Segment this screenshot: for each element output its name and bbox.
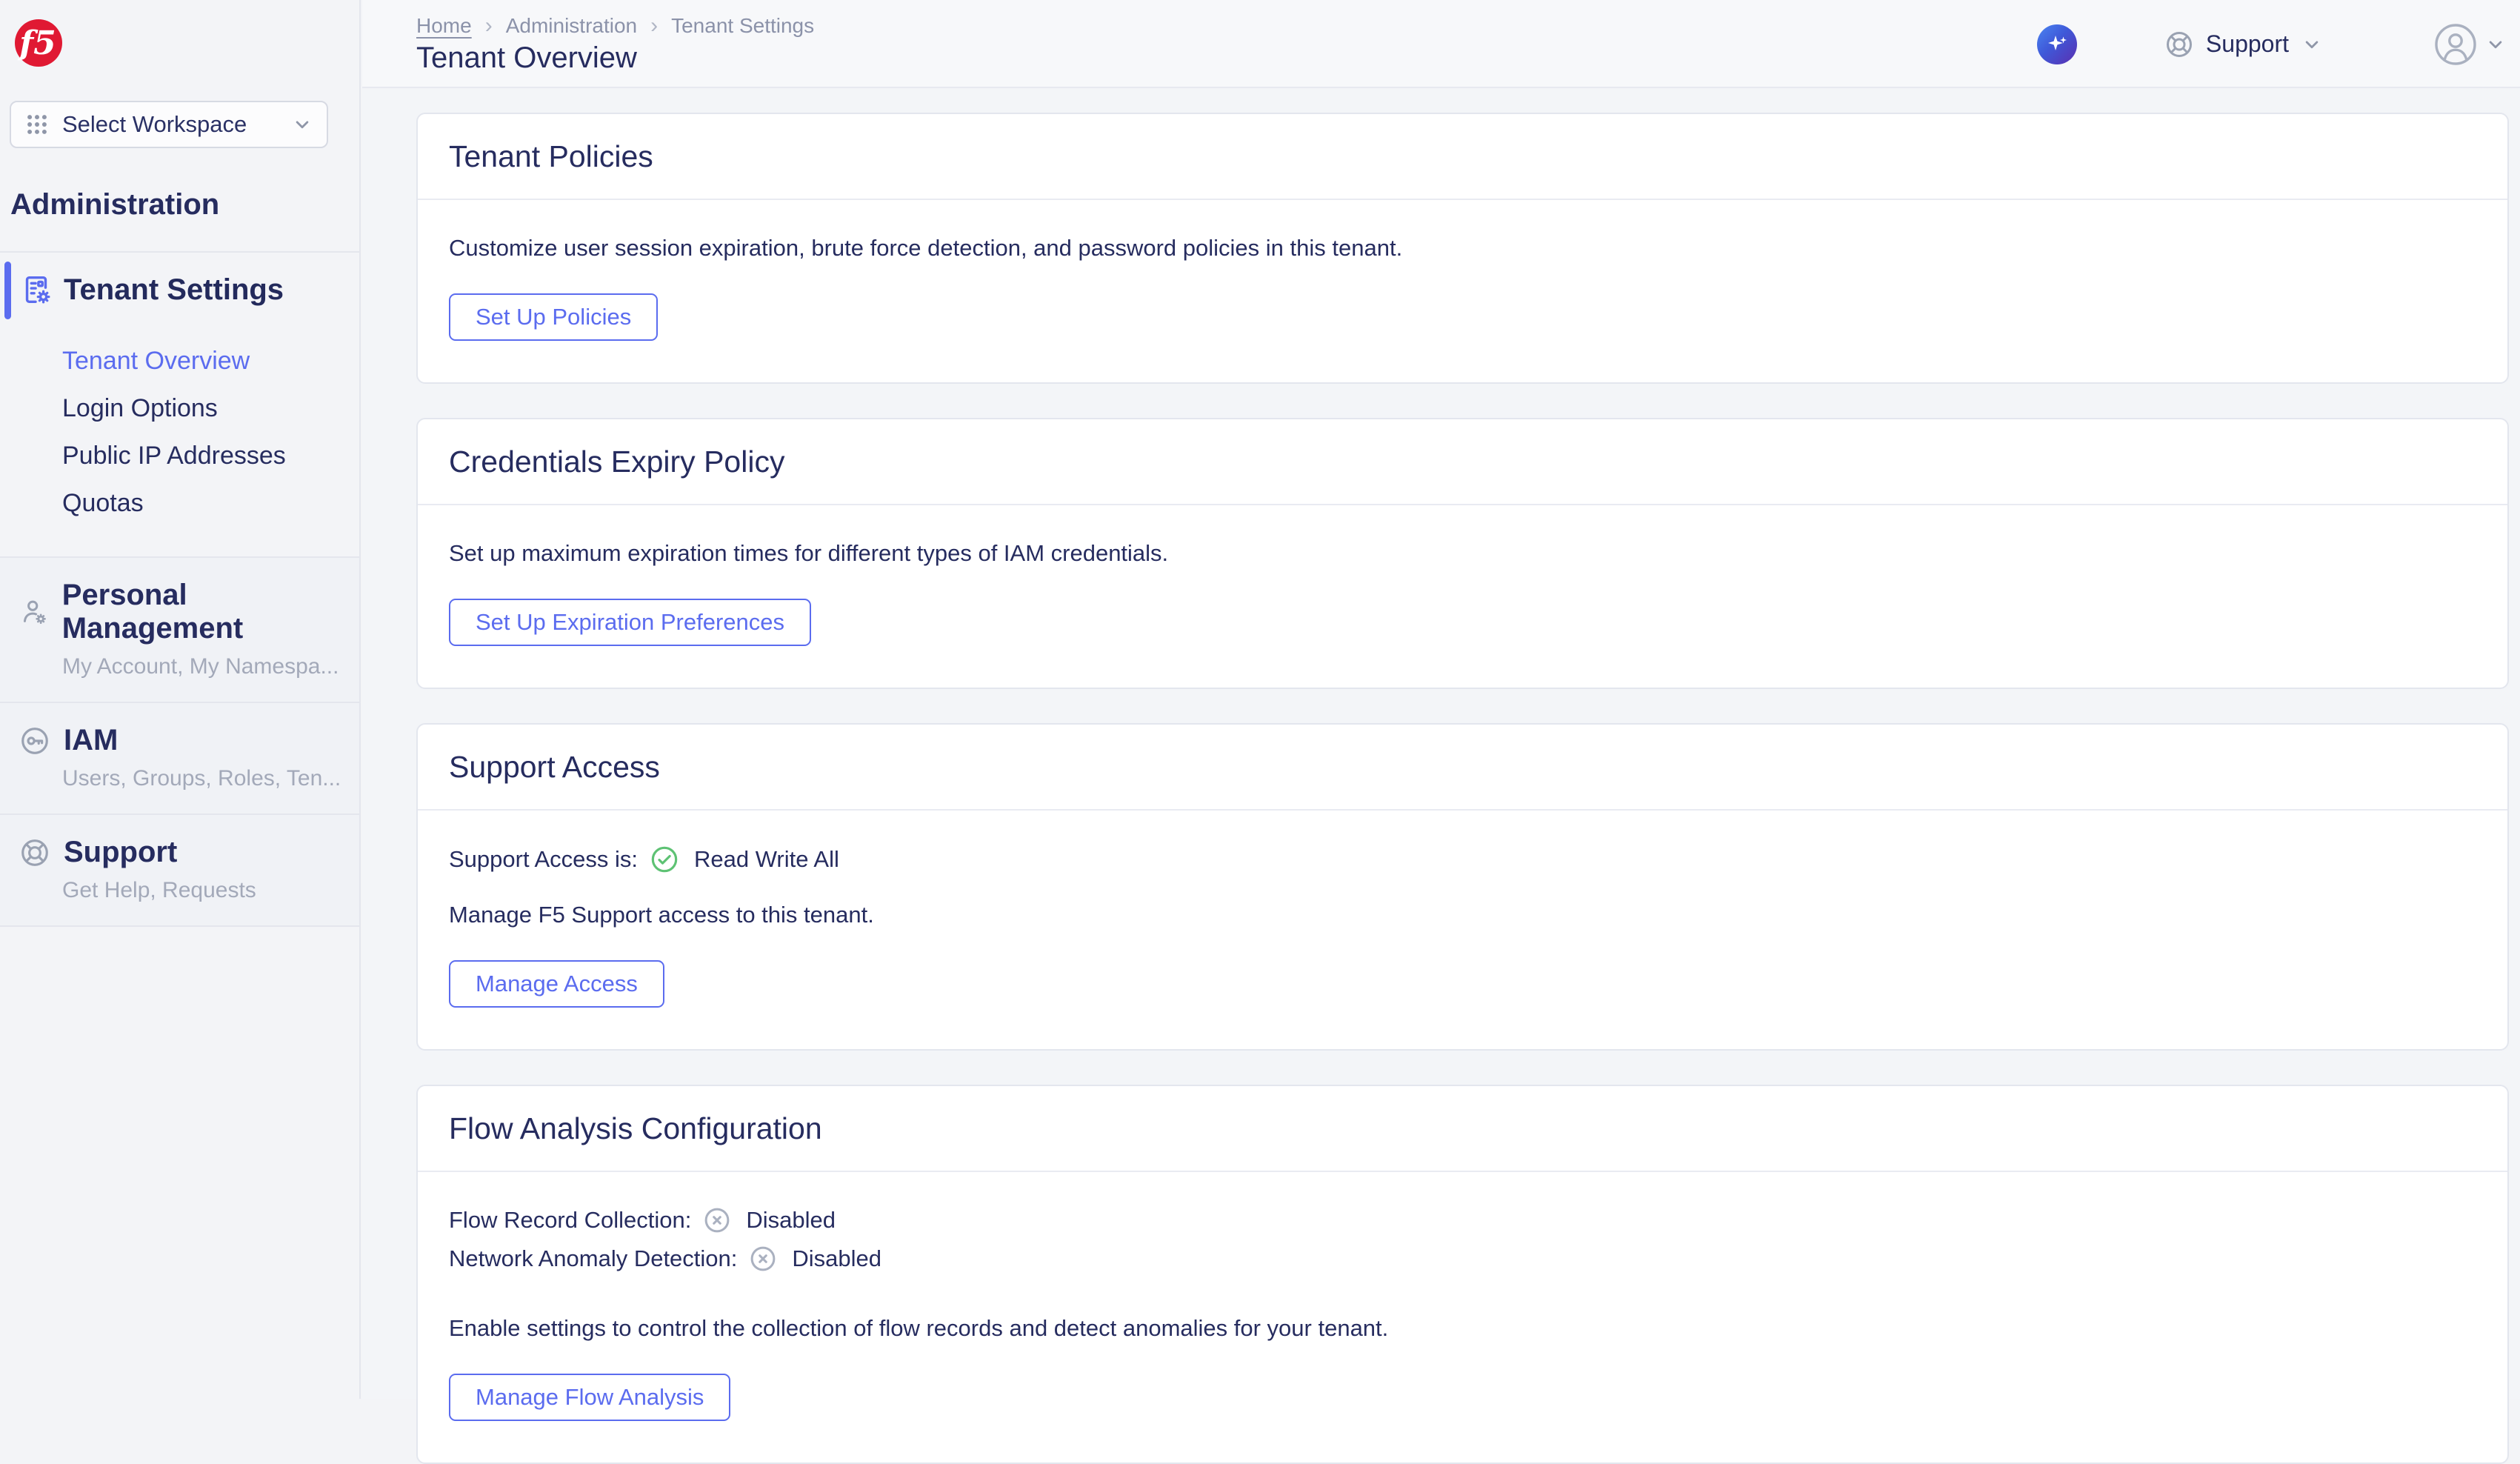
card-title: Support Access [449,750,660,785]
sidebar-sections: Personal Management My Account, My Names… [0,556,359,927]
ai-assistant-button[interactable] [2037,24,2077,64]
x-circle-icon [749,1245,777,1273]
chevron-down-icon [2484,33,2507,56]
status-label: Support Access is: [449,846,638,873]
sidebar-item-tenant-settings[interactable]: Tenant Settings [19,260,359,319]
breadcrumb: Home › Administration › Tenant Settings [416,13,814,39]
card-tenant-policies: Tenant Policies Customize user session e… [416,113,2509,384]
sidebar: f5 Select Workspace Administration [0,0,361,1399]
sidebar-item-subtitle: Users, Groups, Roles, Ten... [62,766,359,791]
breadcrumb-administration[interactable]: Administration [506,14,637,38]
topbar: Home › Administration › Tenant Settings … [362,0,2520,88]
sidebar-item-label: Personal Management [62,579,359,645]
status-label: Flow Record Collection: [449,1207,691,1234]
support-menu[interactable]: Support [2164,30,2323,59]
card-description: Customize user session expiration, brute… [449,234,2476,262]
card-title: Flow Analysis Configuration [449,1111,822,1146]
f5-logo[interactable]: f5 [15,19,62,67]
check-circle-icon [650,845,679,874]
support-access-status: Support Access is: Read Write All [449,845,2476,874]
status-value: Disabled [746,1207,836,1234]
support-menu-label: Support [2206,30,2289,58]
account-menu[interactable] [2434,23,2507,66]
manage-flow-analysis-button[interactable]: Manage Flow Analysis [449,1374,730,1421]
card-description: Enable settings to control the collectio… [449,1314,2476,1342]
user-gear-icon [19,596,49,628]
workspace-selector-label: Select Workspace [62,111,279,138]
sidebar-item-subtitle: My Account, My Namespa... [62,654,359,679]
active-section-accent-bar [4,262,11,319]
card-credentials-expiry-policy: Credentials Expiry Policy Set up maximum… [416,418,2509,689]
lifebuoy-icon [19,837,50,868]
sidebar-item-label: IAM [64,724,118,757]
chevron-down-icon [291,113,313,136]
workspace-selector[interactable]: Select Workspace [10,101,328,148]
card-title: Credentials Expiry Policy [449,445,784,479]
sidebar-item-label: Tenant Settings [64,273,284,307]
grid-icon [24,112,50,137]
card-support-access: Support Access Support Access is: Read W… [416,723,2509,1051]
sidebar-item-quotas[interactable]: Quotas [0,479,359,527]
card-description: Set up maximum expiration times for diff… [449,539,2476,568]
sparkle-icon [2044,32,2070,57]
breadcrumb-separator: › [485,13,493,39]
sidebar-item-subtitle: Get Help, Requests [62,878,359,903]
sidebar-item-tenant-overview[interactable]: Tenant Overview [0,337,359,385]
chevron-down-icon [2301,33,2323,56]
manage-access-button[interactable]: Manage Access [449,960,664,1008]
flow-record-collection-status: Flow Record Collection: Disabled [449,1206,2476,1234]
network-anomaly-detection-status: Network Anomaly Detection: Disabled [449,1245,2476,1273]
status-label: Network Anomaly Detection: [449,1245,737,1272]
lifebuoy-icon [2164,30,2194,59]
key-icon [19,725,50,756]
breadcrumb-separator: › [650,13,658,39]
sidebar-item-label: Support [64,836,177,869]
sidebar-item-iam[interactable]: IAM Users, Groups, Roles, Ten... [0,702,359,813]
sidebar-nav-tenant-settings: Tenant Settings Tenant Overview Login Op… [0,253,359,527]
tenant-settings-icon [19,273,53,307]
sidebar-item-public-ip-addresses[interactable]: Public IP Addresses [0,432,359,479]
main-content: Tenant Policies Customize user session e… [362,90,2520,1399]
breadcrumb-tenant-settings[interactable]: Tenant Settings [671,14,814,38]
tenant-settings-subnav: Tenant Overview Login Options Public IP … [0,337,359,527]
card-description: Manage F5 Support access to this tenant. [449,901,2476,929]
card-title: Tenant Policies [449,139,653,174]
sidebar-item-login-options[interactable]: Login Options [0,385,359,432]
sidebar-item-personal-management[interactable]: Personal Management My Account, My Names… [0,556,359,702]
page-title: Tenant Overview [416,41,637,75]
x-circle-icon [703,1206,731,1234]
breadcrumb-home[interactable]: Home [416,14,472,38]
topbar-actions: Support [2037,0,2507,88]
status-value: Disabled [792,1245,881,1272]
set-up-policies-button[interactable]: Set Up Policies [449,293,658,341]
sidebar-item-support[interactable]: Support Get Help, Requests [0,813,359,927]
svg-text:f5: f5 [17,24,56,62]
status-value: Read Write All [694,846,839,873]
card-flow-analysis-configuration: Flow Analysis Configuration Flow Record … [416,1085,2509,1464]
sidebar-heading: Administration [10,188,359,222]
set-up-expiration-preferences-button[interactable]: Set Up Expiration Preferences [449,599,811,646]
avatar-icon [2434,23,2477,66]
